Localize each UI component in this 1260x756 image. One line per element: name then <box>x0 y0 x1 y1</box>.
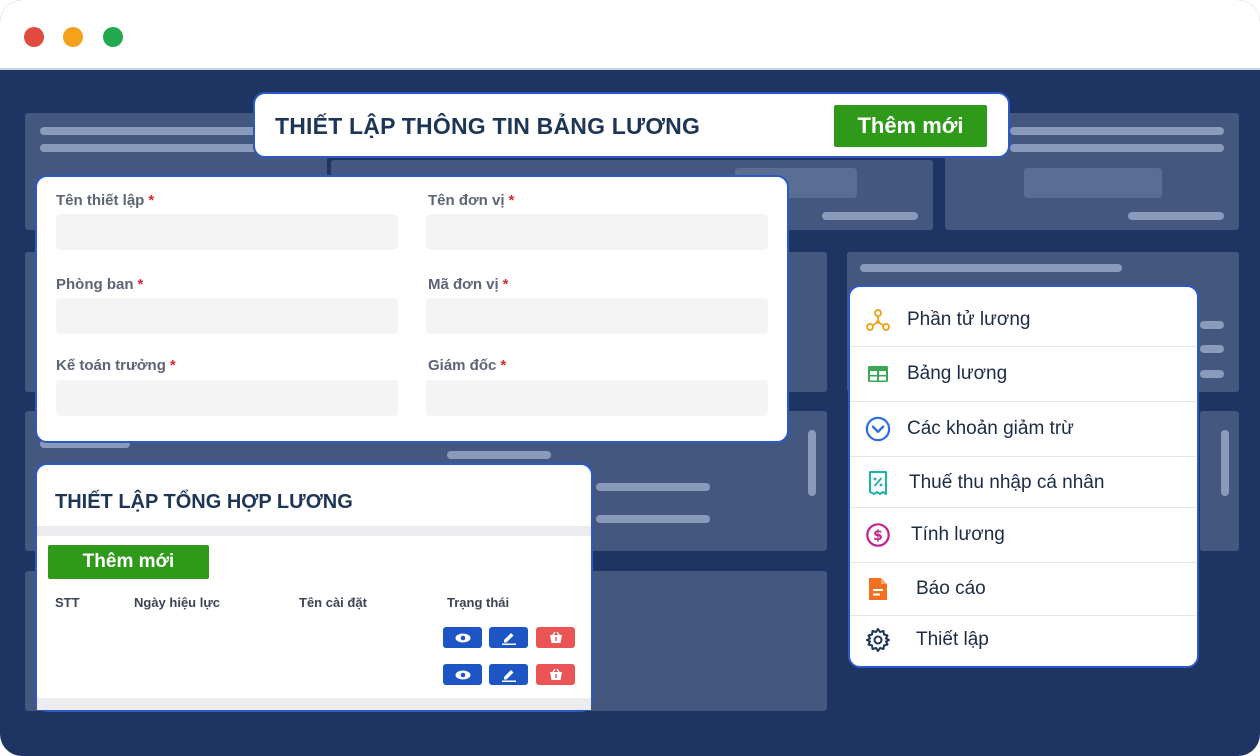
pencil-icon <box>501 669 516 682</box>
payroll-info-form: Tên thiết lập * Tên đơn vị * Phòng ban * Mã… <box>35 175 789 443</box>
menu-item-payroll-table[interactable]: Bảng lương <box>850 348 1196 400</box>
payroll-info-header-card: THIẾT LẬP THÔNG TIN BẢNG LƯƠNG Thêm mới <box>253 92 1010 158</box>
menu-item-settings[interactable]: Thiết lập <box>850 617 1196 663</box>
edit-button[interactable] <box>489 664 528 685</box>
menu-item-deductions[interactable]: Các khoản giảm trừ <box>850 403 1196 455</box>
view-button[interactable] <box>443 627 482 648</box>
menu-item-reports[interactable]: Báo cáo <box>850 564 1196 614</box>
menu-divider <box>850 507 1196 508</box>
menu-item-calculate-salary[interactable]: $ Tính lương <box>850 509 1196 561</box>
summary-add-new-button[interactable]: Thêm mới <box>48 545 209 579</box>
gear-icon <box>865 627 891 653</box>
view-button[interactable] <box>443 664 482 685</box>
report-icon <box>865 576 891 602</box>
pencil-icon <box>501 632 516 645</box>
minimize-window-button[interactable] <box>63 27 83 47</box>
app-window: THIẾT LẬP THÔNG TIN BẢNG LƯƠNG Thêm mới … <box>0 0 1260 756</box>
chief-accountant-input[interactable] <box>56 380 398 416</box>
column-header-stt: STT <box>55 595 80 610</box>
payroll-menu: Phần tử lương Bảng lương Các khoản giảm … <box>848 285 1199 668</box>
unit-code-input[interactable] <box>426 298 768 334</box>
menu-divider <box>850 346 1196 347</box>
window-titlebar <box>0 0 1260 70</box>
page-title: THIẾT LẬP THÔNG TIN BẢNG LƯƠNG <box>275 113 701 139</box>
eye-icon <box>455 633 470 642</box>
unit-name-label: Tên đơn vị * <box>428 192 515 209</box>
summary-title: THIẾT LẬP TỔNG HỢP LƯƠNG <box>55 491 353 513</box>
menu-divider <box>850 615 1196 616</box>
delete-button[interactable] <box>536 664 575 685</box>
setup-name-label: Tên thiết lập * <box>56 192 155 209</box>
receipt-icon <box>865 470 891 496</box>
director-input[interactable] <box>426 380 768 416</box>
director-label: Giám đốc * <box>428 357 507 374</box>
maximize-window-button[interactable] <box>103 27 123 47</box>
menu-divider <box>850 456 1196 457</box>
add-new-button[interactable]: Thêm mới <box>834 105 987 147</box>
chevron-circle-icon <box>865 416 891 442</box>
basket-icon <box>549 668 562 680</box>
basket-icon <box>549 631 562 643</box>
setup-name-input[interactable] <box>56 214 398 250</box>
delete-button[interactable] <box>536 627 575 648</box>
unit-code-label: Mã đơn vị * <box>428 276 509 293</box>
svg-text:$: $ <box>873 528 883 544</box>
department-label: Phòng ban * <box>56 276 144 293</box>
summary-footer <box>37 698 591 710</box>
column-header-effective-date: Ngày hiệu lực <box>134 595 220 610</box>
close-window-button[interactable] <box>24 27 44 47</box>
chief-accountant-label: Kế toán trưởng * <box>56 357 176 374</box>
menu-divider <box>850 562 1196 563</box>
unit-name-input[interactable] <box>426 214 768 250</box>
table-icon <box>865 361 891 387</box>
edit-button[interactable] <box>489 627 528 648</box>
eye-icon <box>455 670 470 679</box>
column-header-setting-name: Tên cài đặt <box>299 595 367 610</box>
summary-divider <box>37 526 591 536</box>
dollar-circle-icon: $ <box>865 522 891 548</box>
menu-item-personal-income-tax[interactable]: Thuế thu nhập cá nhân <box>850 458 1196 507</box>
hub-icon <box>865 307 891 333</box>
menu-divider <box>850 401 1196 402</box>
column-header-status: Trạng thái <box>447 595 510 610</box>
department-input[interactable] <box>56 298 398 334</box>
menu-item-salary-elements[interactable]: Phần tử lương <box>850 295 1196 345</box>
payroll-summary-card: THIẾT LẬP TỔNG HỢP LƯƠNG Thêm mới STT Ng… <box>35 463 593 712</box>
